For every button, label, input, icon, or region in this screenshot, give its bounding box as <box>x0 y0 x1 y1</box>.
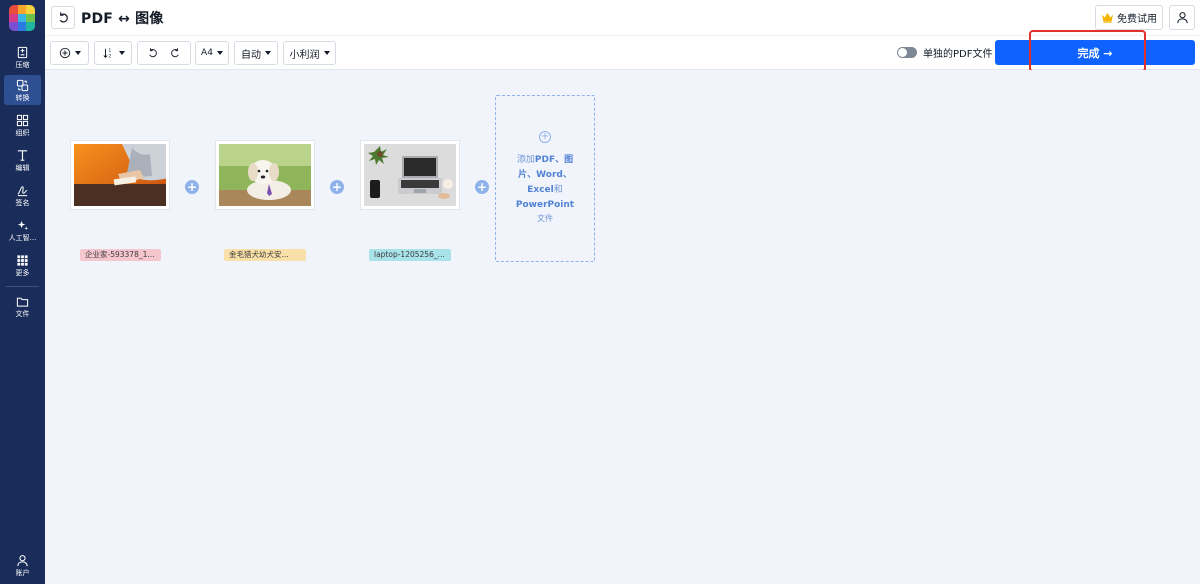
file-name-tag: 金毛猎犬幼犬安... <box>224 249 306 261</box>
rotate-left-icon[interactable] <box>147 47 159 59</box>
add-text-part: PowerPoint <box>515 200 575 210</box>
laptop-desk-image <box>364 144 456 206</box>
top-header: PDF ↔ 图像 免费试用 <box>45 0 1200 35</box>
sidebar-item-ai[interactable]: 人工智... <box>4 215 41 245</box>
undo-arrow-icon <box>59 12 68 23</box>
organize-grid-icon <box>16 114 29 126</box>
sidebar-item-convert[interactable]: 转换 <box>4 75 41 105</box>
add-files-dropzone[interactable]: + 添加PDF、图 片、Word、 Excel和 PowerPoint 文件 <box>495 95 595 262</box>
page-size-dropdown[interactable]: A4 <box>195 41 229 65</box>
svg-text:2: 2 <box>108 53 111 59</box>
chevron-down-icon <box>74 51 81 55</box>
finish-button[interactable]: 完成 → <box>995 40 1195 65</box>
chevron-down-icon <box>265 51 271 55</box>
crown-icon <box>1102 12 1113 23</box>
margin-value: 小利润 <box>289 49 320 61</box>
sort-dropdown[interactable]: 12 <box>94 41 132 65</box>
sidebar-item-label: 编辑 <box>15 163 30 172</box>
add-plus-icon: + <box>539 131 551 143</box>
insert-between-button[interactable]: + <box>475 180 489 194</box>
sort-icon: 12 <box>102 48 111 59</box>
sidebar-item-files[interactable]: 文件 <box>4 291 41 321</box>
finish-label: 完成 → <box>1077 46 1113 60</box>
sidebar-item-label: 组织 <box>15 128 30 137</box>
golden-retriever-puppy-image <box>219 144 311 206</box>
page-title: PDF ↔ 图像 <box>81 11 164 27</box>
chevron-down-icon <box>118 51 125 55</box>
single-pdf-toggle[interactable] <box>897 47 917 58</box>
plus-circle-icon <box>59 47 70 59</box>
user-profile-button[interactable] <box>1169 5 1195 30</box>
chevron-down-icon <box>323 51 330 55</box>
sidebar-divider <box>6 286 39 287</box>
orientation-value: 自动 <box>241 49 261 61</box>
signature-icon <box>17 185 28 196</box>
insert-between-button[interactable]: + <box>330 180 344 194</box>
sidebar-item-label: 人工智... <box>8 233 37 242</box>
sidebar-item-label: 更多 <box>15 268 30 277</box>
sidebar-item-more[interactable]: 更多 <box>4 250 41 280</box>
margin-dropdown[interactable]: 小利润 <box>283 41 336 65</box>
add-text-part: 添加 <box>516 155 535 165</box>
sidebar-item-label: 转换 <box>15 93 30 102</box>
single-pdf-toggle-group: 单独的PDF文件 <box>897 45 992 60</box>
sidebar-item-edit[interactable]: 编辑 <box>4 145 41 175</box>
chevron-down-icon <box>216 51 223 55</box>
sidebar-item-label: 账户 <box>15 568 30 577</box>
app-logo-icon[interactable] <box>9 5 35 31</box>
file-name-tag: laptop-1205256_... <box>369 249 451 261</box>
rotate-group <box>137 41 191 65</box>
file-name-tag: 企业家-593378_1... <box>80 249 161 261</box>
insert-between-button[interactable]: + <box>185 180 199 194</box>
orientation-dropdown[interactable]: 自动 <box>234 41 278 65</box>
toggle-knob <box>898 48 907 57</box>
add-files-subtext: 文件 <box>537 214 553 223</box>
single-pdf-label: 单独的PDF文件 <box>923 49 993 60</box>
sidebar-item-signature[interactable]: 签名 <box>4 180 41 210</box>
convert-icon <box>16 79 29 91</box>
add-files-text: 添加PDF、图 片、Word、 Excel和 PowerPoint <box>513 153 577 213</box>
file-canvas: + 企业家-593378_1... + 金毛猎犬幼犬安... + laptop-… <box>45 70 1200 584</box>
sidebar-item-label: 签名 <box>15 198 30 207</box>
left-sidebar: 压缩 转换 组织 编辑 签名 人工智... 更多 文件 账户 <box>0 0 45 584</box>
page-size-value: A4 <box>201 48 213 58</box>
svg-text:1: 1 <box>108 48 111 54</box>
folder-icon <box>16 297 29 307</box>
add-text-part: 和 <box>553 185 563 195</box>
file-thumbnail[interactable] <box>215 140 315 210</box>
file-thumbnail[interactable] <box>360 140 460 210</box>
sidebar-item-compress[interactable]: 压缩 <box>4 42 41 72</box>
back-button[interactable] <box>51 6 75 29</box>
businessman-writing-image <box>74 144 166 206</box>
sidebar-item-label: 文件 <box>15 309 30 318</box>
edit-text-icon <box>17 149 28 161</box>
more-grid-icon <box>17 254 28 266</box>
file-thumbnail[interactable] <box>70 140 170 210</box>
add-file-dropdown[interactable] <box>50 41 89 65</box>
compress-icon <box>17 46 28 58</box>
account-icon <box>17 554 28 566</box>
sidebar-item-organize[interactable]: 组织 <box>4 110 41 140</box>
sidebar-item-label: 压缩 <box>15 60 30 69</box>
ai-sparkle-icon <box>17 220 29 230</box>
user-icon <box>1176 12 1188 24</box>
add-text-part: 片、Word、 <box>518 170 572 180</box>
free-trial-label: 免费试用 <box>1117 14 1157 25</box>
free-trial-button[interactable]: 免费试用 <box>1095 5 1163 30</box>
toolbar: 12 A4 自动 小利润 单独的PDF文件 完成 → <box>45 35 1200 70</box>
add-text-part: PDF、图 <box>534 155 574 165</box>
rotate-right-icon[interactable] <box>169 47 181 59</box>
add-text-part: Excel <box>527 185 554 195</box>
sidebar-item-account[interactable]: 账户 <box>4 550 41 580</box>
